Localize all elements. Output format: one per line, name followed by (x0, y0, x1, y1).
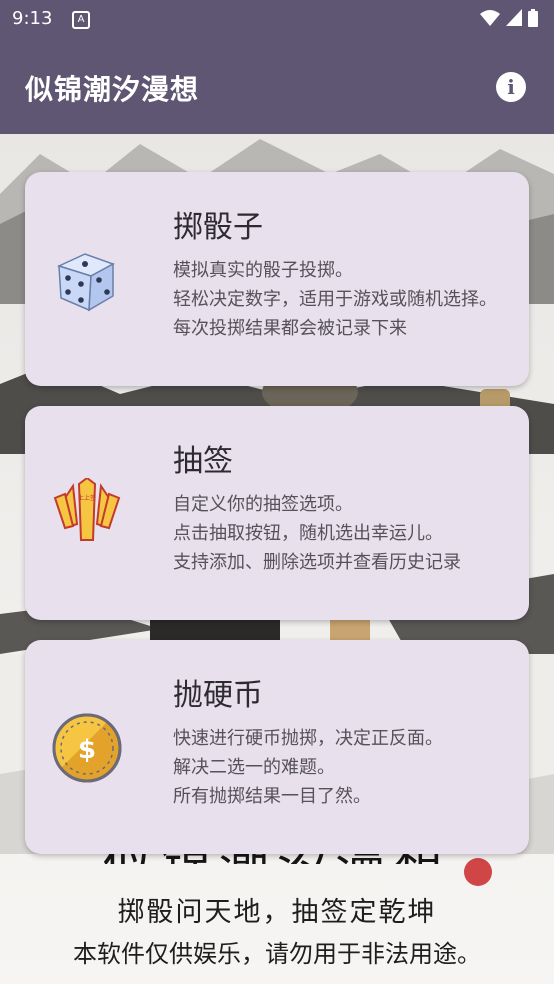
desc-line: 支持添加、删除选项并查看历史记录 (173, 552, 461, 573)
coin-card[interactable]: $ 抛硬币 快速进行硬币抛掷，决定正反面。 解决二选一的难题。 所有抛掷结果一目… (25, 640, 529, 854)
battery-icon (528, 9, 538, 27)
dice-card[interactable]: 掷骰子 模拟真实的骰子投掷。 轻松决定数字，适用于游戏或随机选择。 每次投掷结果… (25, 172, 529, 386)
app-bar: 似锦潮汐漫想 i (0, 38, 554, 134)
dice-card-description: 模拟真实的骰子投掷。 轻松决定数字，适用于游戏或随机选择。 每次投掷结果都会被记… (173, 256, 509, 362)
desc-line: 自定义你的抽签选项。 (173, 494, 353, 515)
desc-line: 模拟真实的骰子投掷。 (173, 260, 353, 281)
coin-symbol: $ (78, 735, 96, 765)
dice-card-title: 掷骰子 (173, 210, 263, 245)
disclaimer: 本软件仅供娱乐，请勿用于非法用途。 (73, 940, 481, 968)
coin-icon: $ (52, 713, 122, 783)
dice-icon (56, 253, 115, 312)
tagline: 掷骰问天地，抽签定乾坤 (117, 897, 437, 928)
signal-icon (506, 9, 522, 26)
status-bar: 9:13 A (0, 0, 554, 38)
fortune-card-title: 抽签 (173, 444, 233, 479)
desc-line: 每次投掷结果都会被记录下来 (173, 318, 407, 339)
stick-text: 上上签 (78, 494, 96, 502)
desc-line: 所有抛掷结果一目了然。 (173, 786, 371, 807)
desc-line: 点击抽取按钮，随机选出幸运儿。 (173, 523, 443, 544)
fortune-card[interactable]: 上上签 抽签 自定义你的抽签选项。 点击抽取按钮，随机选出幸运儿。 支持添加、删… (25, 406, 529, 620)
coin-card-title: 抛硬币 (173, 678, 263, 713)
desc-line: 快速进行硬币抛掷，决定正反面。 (173, 728, 443, 749)
fortune-card-description: 自定义你的抽签选项。 点击抽取按钮，随机选出幸运儿。 支持添加、删除选项并查看历… (173, 490, 509, 596)
info-icon[interactable]: i (496, 72, 526, 102)
app-title: 似锦潮汐漫想 (25, 73, 200, 106)
desc-line: 轻松决定数字，适用于游戏或随机选择。 (173, 289, 497, 310)
status-time: 9:13 (12, 8, 53, 29)
coin-card-description: 快速进行硬币抛掷，决定正反面。 解决二选一的难题。 所有抛掷结果一目了然。 (173, 724, 509, 830)
fortune-sticks-icon: 上上签 (53, 478, 121, 541)
status-icons (480, 9, 538, 27)
notification-icon: A (72, 11, 90, 29)
wifi-icon (480, 10, 500, 26)
desc-line: 解决二选一的难题。 (173, 757, 335, 778)
